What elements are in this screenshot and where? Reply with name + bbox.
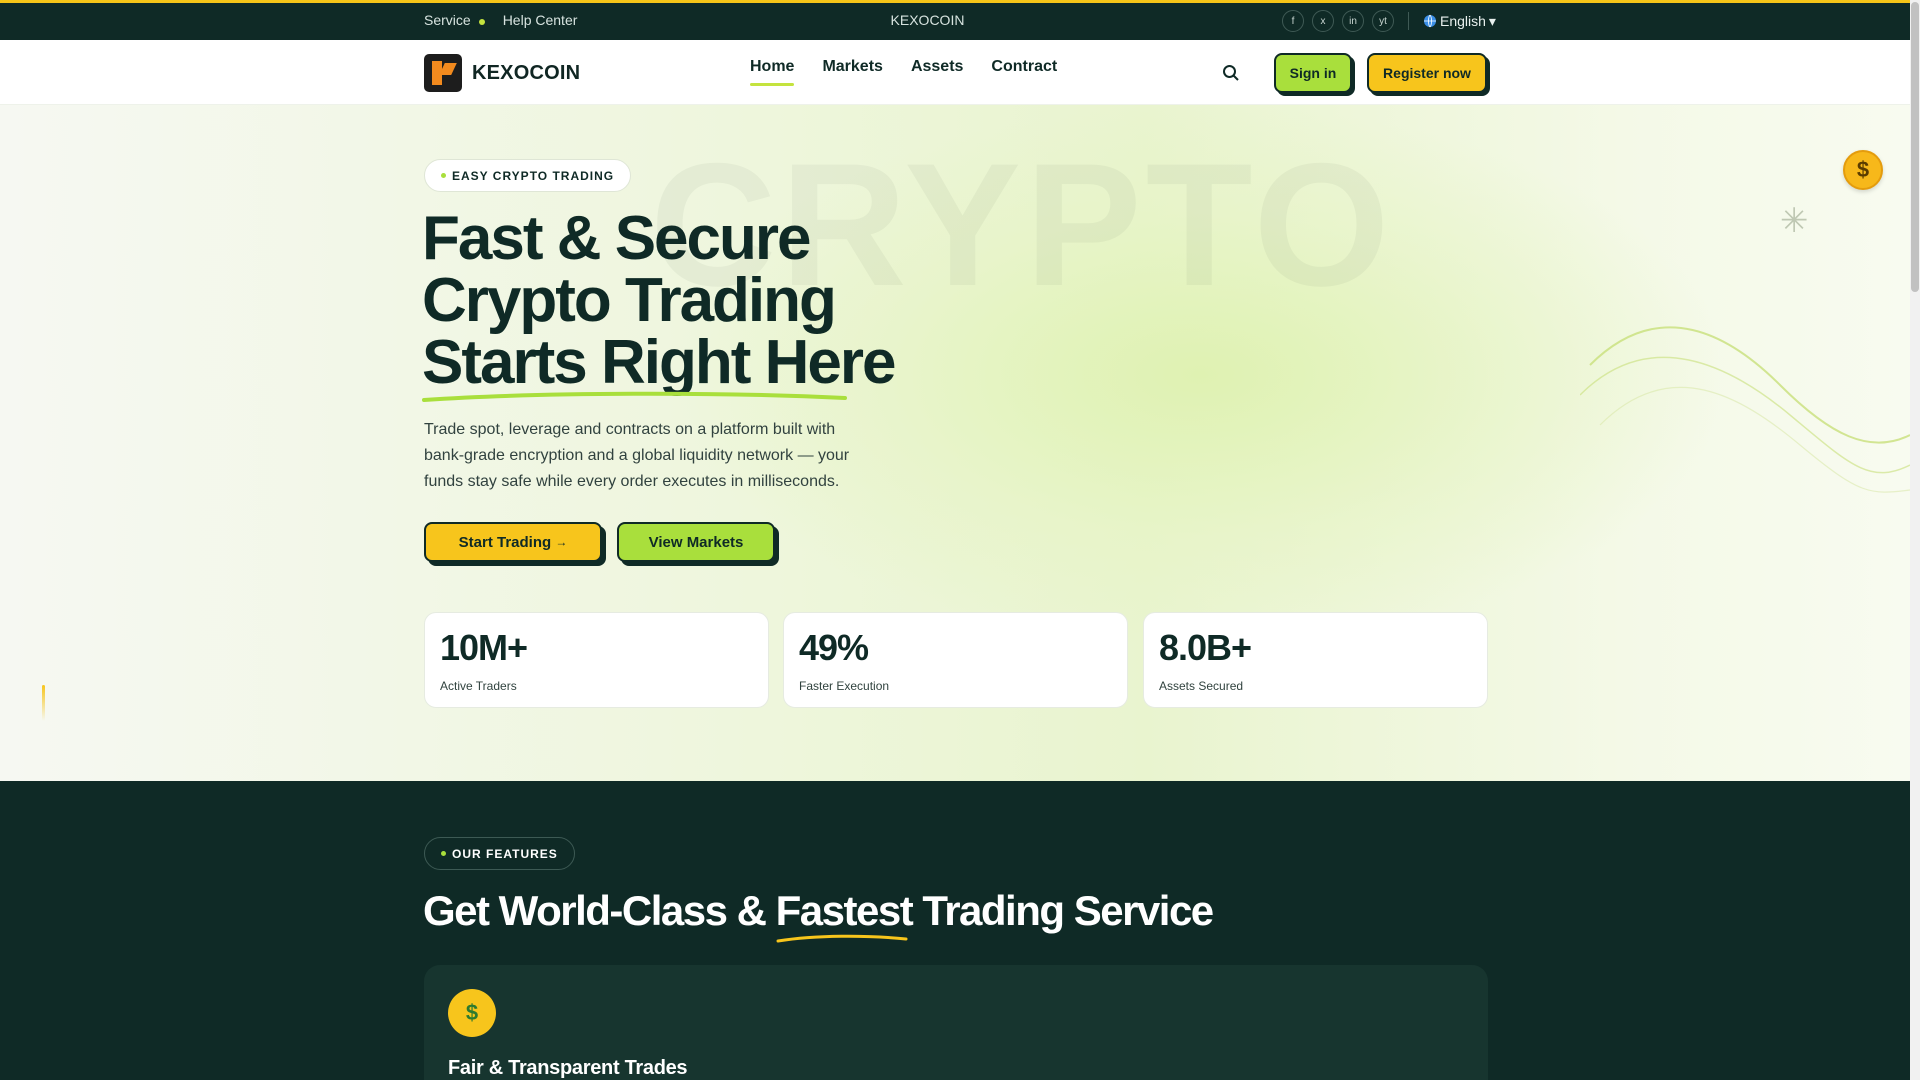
wave-decoration xyxy=(1580,326,1910,493)
divider xyxy=(1408,12,1409,30)
features-badge-label: OUR FEATURES xyxy=(452,846,558,861)
language-selector[interactable]: English ▾ xyxy=(1423,13,1496,30)
stat-value: 10M+ xyxy=(440,627,528,668)
stat-value: 8.0B+ xyxy=(1159,627,1252,668)
scrollbar-thumb[interactable] xyxy=(1911,2,1919,292)
feature-card-title: Fair & Transparent Trades xyxy=(448,1057,688,1079)
search-icon[interactable] xyxy=(1222,64,1240,87)
features-badge: OUR FEATURES xyxy=(424,837,575,870)
logo-text: KEXOCOIN xyxy=(472,61,581,84)
badge-dot xyxy=(441,173,446,178)
feature-card: $ Fair & Transparent Trades xyxy=(424,965,1488,1080)
flame-decoration xyxy=(42,685,45,721)
page-scrollbar[interactable] xyxy=(1910,0,1920,1080)
features-title-highlight-text: Fastest xyxy=(775,887,914,934)
stat-label: Assets Secured xyxy=(1159,679,1244,693)
nav-menu: Home Markets Assets Contract xyxy=(750,58,1057,86)
features-title: Get World-Class & Fastest Trading Servic… xyxy=(423,887,1214,943)
top-bar-right: f x in yt English ▾ xyxy=(1282,10,1496,32)
view-markets-button[interactable]: View Markets xyxy=(617,522,775,562)
start-trading-button[interactable]: Start Trading → xyxy=(424,522,602,562)
x-icon[interactable]: x xyxy=(1312,10,1334,32)
register-button[interactable]: Register now xyxy=(1367,53,1487,93)
features-title-end: Trading Service xyxy=(912,887,1214,934)
sparkle-icon: ✳ xyxy=(1780,202,1809,240)
facebook-icon[interactable]: f xyxy=(1282,10,1304,32)
headline-underline xyxy=(422,391,847,402)
sign-in-button[interactable]: Sign in xyxy=(1274,53,1352,93)
linkedin-icon[interactable]: in xyxy=(1342,10,1364,32)
stat-label: Active Traders xyxy=(440,679,517,693)
hero-headline: Fast & Secure Crypto Trading Starts Righ… xyxy=(422,204,896,402)
features-section: OUR FEATURES Get World-Class & Fastest T… xyxy=(0,781,1910,1080)
stat-card: 8.0B+ Assets Secured xyxy=(1143,612,1488,708)
top-bar-brand: KEXOCOIN xyxy=(890,12,965,28)
stat-card: 49% Faster Execution xyxy=(783,612,1128,708)
nav-item-contract[interactable]: Contract xyxy=(991,58,1057,86)
stat-label: Faster Execution xyxy=(799,679,890,693)
hero-badge-label: EASY CRYPTO TRADING xyxy=(452,168,615,183)
title-underline xyxy=(776,934,908,943)
chevron-down-icon: ▾ xyxy=(1488,12,1496,29)
nav-item-assets[interactable]: Assets xyxy=(911,58,963,86)
hero-description: Trade spot, leverage and contracts on a … xyxy=(424,421,850,490)
main-nav: KEXOCOIN Home Markets Assets Contract xyxy=(0,40,1910,105)
start-trading-label: Start Trading xyxy=(458,533,552,551)
globe-icon xyxy=(1424,14,1436,28)
logo[interactable]: KEXOCOIN xyxy=(424,54,580,92)
top-bar: Service Help Center KEXOCOIN f x in yt E… xyxy=(0,0,1910,40)
headline-line-2: Crypto Trading xyxy=(422,266,837,335)
stat-card: 10M+ Active Traders xyxy=(424,612,769,708)
nav-item-markets[interactable]: Markets xyxy=(822,58,882,86)
exchange-icon: $ xyxy=(448,989,496,1037)
headline-line-3: Starts Right Here xyxy=(422,332,896,402)
features-title-start: Get World-Class & xyxy=(423,887,776,934)
stat-value: 49% xyxy=(799,627,869,668)
headline-line-3-text: Starts Right Here xyxy=(422,328,896,397)
hero-section: CRYPTO EASY CRYPTO TRADING Fast & Secure… xyxy=(0,105,1910,781)
arrow-right-icon: → xyxy=(555,535,568,549)
badge-dot xyxy=(441,851,446,856)
logo-icon xyxy=(424,54,462,92)
language-label: English xyxy=(1440,13,1486,29)
features-title-highlight: Fastest xyxy=(775,887,914,943)
youtube-icon[interactable]: yt xyxy=(1372,10,1394,32)
hero-badge: EASY CRYPTO TRADING xyxy=(424,159,632,192)
headline-line-1: Fast & Secure xyxy=(422,204,812,273)
coin-icon: $ xyxy=(1843,150,1883,190)
nav-item-home[interactable]: Home xyxy=(750,58,795,86)
